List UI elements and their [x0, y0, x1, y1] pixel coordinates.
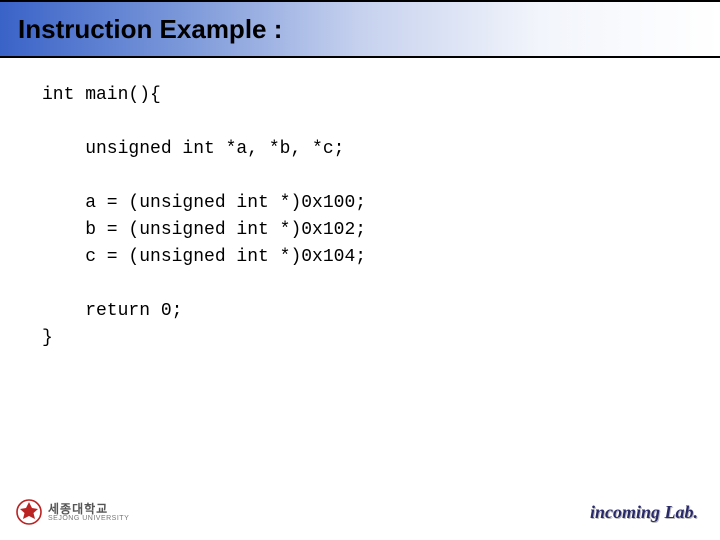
code-line-3: unsigned int *a, *b, *c;: [42, 139, 344, 159]
logo-text: 세종대학교 SEJONG UNIVERSITY: [48, 503, 129, 522]
code-line-7: c = (unsigned int *)0x104;: [42, 247, 366, 267]
university-name-kr: 세종대학교: [48, 503, 129, 515]
logo-emblem-icon: [16, 499, 42, 525]
code-line-9: return 0;: [42, 301, 182, 321]
slide-title: Instruction Example :: [18, 14, 282, 45]
footer: 세종대학교 SEJONG UNIVERSITY incoming Lab.: [0, 494, 720, 530]
lab-name: incoming Lab.: [590, 502, 698, 523]
code-line-10: }: [42, 328, 53, 348]
code-line-1: int main(){: [42, 85, 161, 105]
code-line-5: a = (unsigned int *)0x100;: [42, 193, 366, 213]
university-logo: 세종대학교 SEJONG UNIVERSITY: [16, 499, 129, 525]
code-line-6: b = (unsigned int *)0x102;: [42, 220, 366, 240]
title-band: Instruction Example :: [0, 0, 720, 58]
university-name-en: SEJONG UNIVERSITY: [48, 515, 129, 522]
slide: Instruction Example : int main(){ unsign…: [0, 0, 720, 540]
code-block: int main(){ unsigned int *a, *b, *c; a =…: [0, 58, 720, 352]
